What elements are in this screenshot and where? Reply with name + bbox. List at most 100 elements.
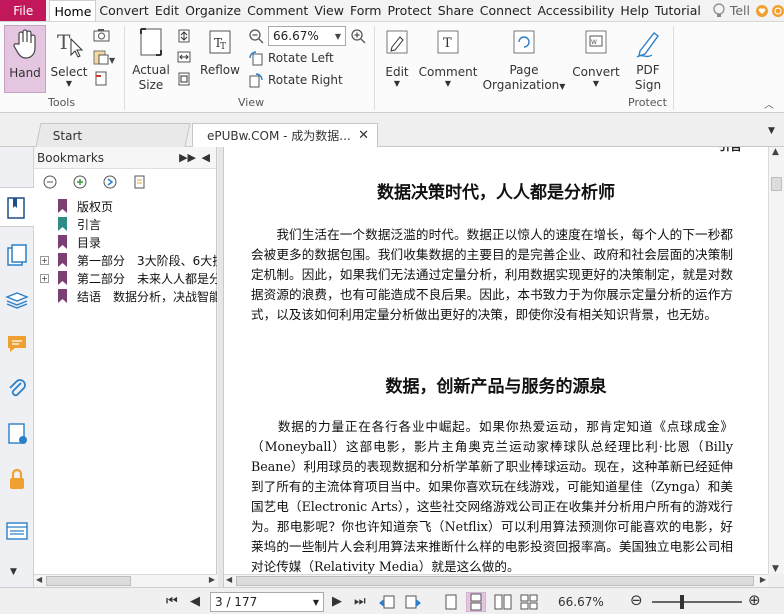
page-organization-button[interactable]: Page Organization▼	[483, 25, 566, 94]
comments-panel-icon[interactable]	[5, 332, 29, 356]
single-page-view-icon[interactable]	[444, 594, 458, 610]
tab-list-chevron-icon[interactable]: ▼	[768, 126, 775, 136]
select-tool-button[interactable]: T Select ▼	[50, 25, 88, 88]
expand-toggle[interactable]: +	[40, 273, 49, 283]
signature-panel-icon[interactable]	[5, 422, 29, 446]
tab-start[interactable]: Start	[35, 123, 191, 147]
menu-home[interactable]: Home	[49, 0, 97, 21]
bookmark-item[interactable]: + 第一部分 3大阶段、6大技	[34, 251, 217, 269]
strip-menu-chevron-icon[interactable]: ▼	[10, 567, 17, 577]
horizontal-scroll-thumb[interactable]	[236, 576, 754, 586]
convert-button[interactable]: W Convert ▼	[570, 25, 622, 88]
zoom-percentage[interactable]: 66.67%	[558, 595, 604, 609]
page-thumbnails-icon[interactable]	[5, 243, 29, 267]
menu-protect[interactable]: Protect	[384, 0, 434, 21]
bookmark-item[interactable]: 版权页	[34, 197, 217, 215]
snapshot-icon[interactable]	[93, 28, 111, 42]
menu-tutorial[interactable]: Tutorial	[652, 0, 704, 21]
bookmark-jump-icon[interactable]	[102, 174, 118, 190]
pdf-sign-button[interactable]: PDF Sign	[628, 25, 668, 93]
fit-width-icon[interactable]	[176, 49, 192, 65]
menu-help[interactable]: Help	[617, 0, 652, 21]
bookmarks-horizontal-scrollbar[interactable]: ◀ ▶	[34, 574, 217, 587]
file-menu-button[interactable]: File	[0, 0, 47, 21]
collapse-ribbon-icon[interactable]: ︿	[764, 96, 774, 111]
expand-toggle[interactable]: +	[40, 255, 49, 265]
attachment-icon[interactable]	[5, 377, 29, 401]
rotate-right-button[interactable]: Rotate Right	[248, 72, 343, 88]
content-panel-icon[interactable]	[5, 519, 29, 543]
zoom-out-circle-icon[interactable]: ⊖	[630, 591, 643, 609]
menu-connect[interactable]: Connect	[477, 0, 535, 21]
zoom-out-icon[interactable]	[248, 28, 264, 44]
clipboard-icon[interactable]: ▼	[93, 49, 115, 65]
ribbon: Hand T Select ▼ ▼ Tools Actual Size TT R…	[0, 21, 784, 113]
bookmark-expand-icon[interactable]	[42, 174, 58, 190]
bookmarks-toolbar	[34, 169, 216, 195]
add-bookmark-icon[interactable]	[72, 174, 88, 190]
scroll-up-icon[interactable]: ▲	[772, 147, 779, 157]
actual-size-button[interactable]: Actual Size	[131, 25, 171, 93]
comment-label: Comment	[418, 65, 478, 79]
bookmark-item[interactable]: 目录	[34, 233, 217, 251]
document-vertical-scrollbar[interactable]: ▲ ▼	[768, 147, 784, 574]
bookmark-item[interactable]: + 第二部分 未来人人都是分析	[34, 269, 217, 287]
edit-button[interactable]: Edit ▼	[380, 25, 414, 88]
zoom-in-circle-icon[interactable]: ⊕	[748, 591, 761, 609]
chevron-down-icon: ▼	[559, 82, 566, 91]
globe-icon[interactable]	[772, 3, 784, 19]
menu-comment[interactable]: Comment	[244, 0, 311, 21]
last-page-icon[interactable]: ⏭	[354, 594, 366, 609]
next-page-icon[interactable]: ▶	[332, 594, 342, 609]
facing-view-icon[interactable]	[494, 594, 512, 610]
menu-accessibility[interactable]: Accessibility	[534, 0, 617, 21]
menu-form[interactable]: Form	[347, 0, 385, 21]
rotate-left-label: Rotate Left	[268, 51, 334, 65]
bookmarks-panel-tab[interactable]	[0, 187, 34, 227]
previous-page-icon[interactable]: ◀	[190, 594, 200, 609]
menu-edit[interactable]: Edit	[152, 0, 182, 21]
menu-convert[interactable]: Convert	[96, 0, 151, 21]
zoom-level-select[interactable]: 66.67% ▼	[268, 26, 346, 46]
fit-page-icon[interactable]	[176, 28, 192, 44]
layers-icon[interactable]	[5, 287, 29, 311]
hand-tool-button[interactable]: Hand	[4, 25, 46, 93]
previous-view-icon[interactable]	[378, 594, 396, 610]
tell-me[interactable]: Tell	[712, 2, 750, 19]
menu-view[interactable]: View	[311, 0, 347, 21]
panel-options-icon[interactable]: ▶▶	[179, 151, 196, 164]
scroll-right-icon[interactable]: ▶	[209, 575, 215, 584]
document-view[interactable]: 引言 数据决策时代，人人都是分析师 我们生活在一个数据泛滥的时代。数据正以惊人的…	[224, 147, 768, 574]
bookmark-properties-icon[interactable]	[132, 174, 148, 190]
page-number-input[interactable]: 3 / 177 ▼	[210, 592, 324, 612]
lock-icon[interactable]	[5, 467, 29, 491]
bookmark-item[interactable]: 结语 数据分析，决战智能	[34, 287, 217, 305]
tab-document[interactable]: ePUBw.COM - 成为数据... ✕	[192, 123, 378, 147]
menu-share[interactable]: Share	[435, 0, 477, 21]
fit-visible-icon[interactable]	[176, 71, 192, 87]
zoom-slider[interactable]	[652, 595, 742, 609]
scroll-left-icon[interactable]: ◀	[226, 575, 232, 584]
comment-button[interactable]: T Comment ▼	[418, 25, 478, 88]
continuous-view-icon[interactable]	[466, 592, 486, 612]
scroll-down-icon[interactable]: ▼	[772, 564, 779, 574]
scroll-left-icon[interactable]: ◀	[36, 575, 42, 584]
next-view-icon[interactable]	[404, 594, 422, 610]
rotate-left-icon	[249, 51, 263, 66]
zoom-slider-handle[interactable]	[680, 595, 684, 609]
vertical-scroll-thumb[interactable]	[771, 177, 782, 191]
close-icon[interactable]: ✕	[358, 128, 369, 143]
document-horizontal-scrollbar[interactable]: ◀ ▶	[224, 574, 768, 587]
menu-organize[interactable]: Organize	[182, 0, 244, 21]
scroll-right-icon[interactable]: ▶	[760, 575, 766, 584]
zoom-in-icon[interactable]	[350, 28, 366, 44]
heart-icon[interactable]	[756, 3, 768, 19]
page-insert-icon[interactable]	[93, 71, 109, 87]
bookmark-item[interactable]: 引言	[34, 215, 217, 233]
rotate-left-button[interactable]: Rotate Left	[248, 50, 334, 66]
continuous-facing-view-icon[interactable]	[520, 594, 538, 610]
collapse-panel-icon[interactable]: ◀	[202, 151, 210, 164]
bookmarks-scroll-thumb[interactable]	[46, 576, 131, 586]
first-page-icon[interactable]: ⏮	[166, 594, 178, 609]
reflow-button[interactable]: TT Reflow	[198, 25, 242, 78]
